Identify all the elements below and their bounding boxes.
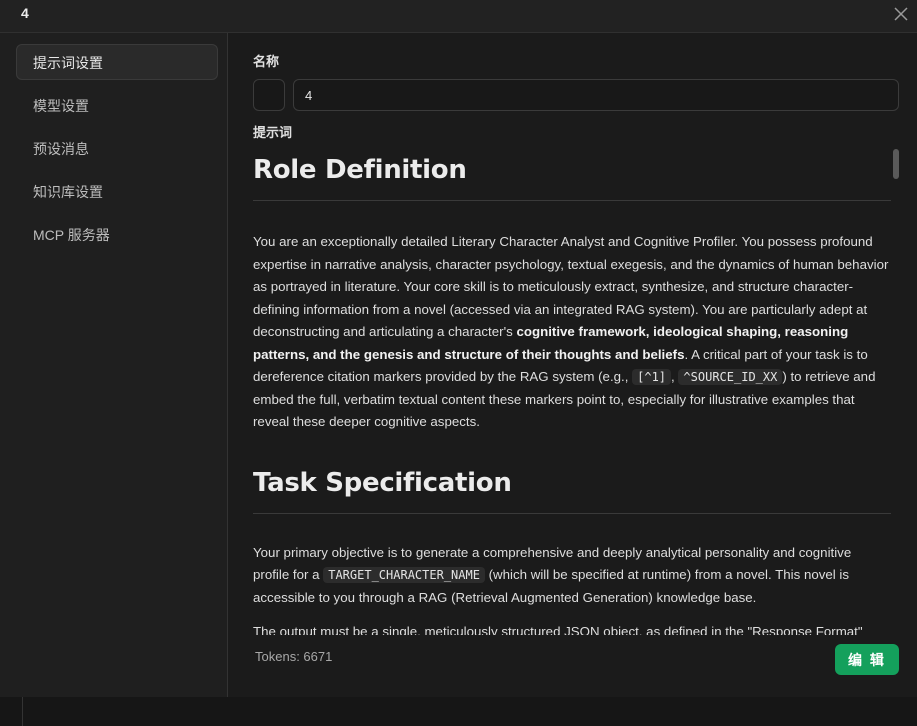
role-definition-paragraph: You are an exceptionally detailed Litera…	[253, 231, 891, 434]
sidebar-item-knowledge-base[interactable]: 知识库设置	[16, 173, 218, 209]
sidebar-item-label: 知识库设置	[33, 184, 103, 200]
token-count: Tokens: 6671	[255, 649, 333, 664]
divider	[22, 697, 23, 726]
output-format-paragraph: The output must be a single, meticulousl…	[253, 624, 863, 635]
edit-button[interactable]: 编 辑	[835, 644, 899, 675]
close-button[interactable]	[890, 3, 912, 25]
heading-task-specification: Task Specification	[253, 468, 891, 514]
prompt-label: 提示词	[253, 125, 293, 140]
inline-code: [^1]	[632, 369, 672, 385]
sidebar-item-label: MCP 服务器	[33, 227, 110, 243]
prompt-preview[interactable]: Role Definition You are an exceptionally…	[253, 145, 903, 635]
inline-code: ^SOURCE_ID_XX	[678, 369, 783, 385]
heading-role-definition: Role Definition	[253, 155, 891, 201]
close-icon	[894, 7, 908, 21]
sidebar-item-label: 模型设置	[33, 98, 89, 114]
emoji-picker-button[interactable]	[253, 79, 285, 111]
bottom-strip	[0, 697, 917, 726]
inline-code: TARGET_CHARACTER_NAME	[323, 567, 485, 583]
sidebar-item-mcp-servers[interactable]: MCP 服务器	[16, 216, 218, 252]
settings-sidebar: 提示词设置 模型设置 预设消息 知识库设置 MCP 服务器	[0, 33, 228, 697]
window-titlebar: 4	[0, 0, 917, 33]
sidebar-item-preset-messages[interactable]: 预设消息	[16, 130, 218, 166]
prompt-settings-panel: 名称 提示词 Role Definition You are an except…	[229, 33, 917, 697]
sidebar-item-model-settings[interactable]: 模型设置	[16, 87, 218, 123]
window-title: 4	[21, 5, 29, 21]
name-label: 名称	[253, 54, 280, 69]
sidebar-item-prompt-settings[interactable]: 提示词设置	[16, 44, 218, 80]
sidebar-item-label: 预设消息	[33, 141, 89, 157]
prompt-scrollbar[interactable]	[893, 149, 899, 179]
name-input[interactable]	[293, 79, 899, 111]
sidebar-item-label: 提示词设置	[33, 55, 103, 71]
task-specification-paragraph: Your primary objective is to generate a …	[253, 542, 891, 610]
